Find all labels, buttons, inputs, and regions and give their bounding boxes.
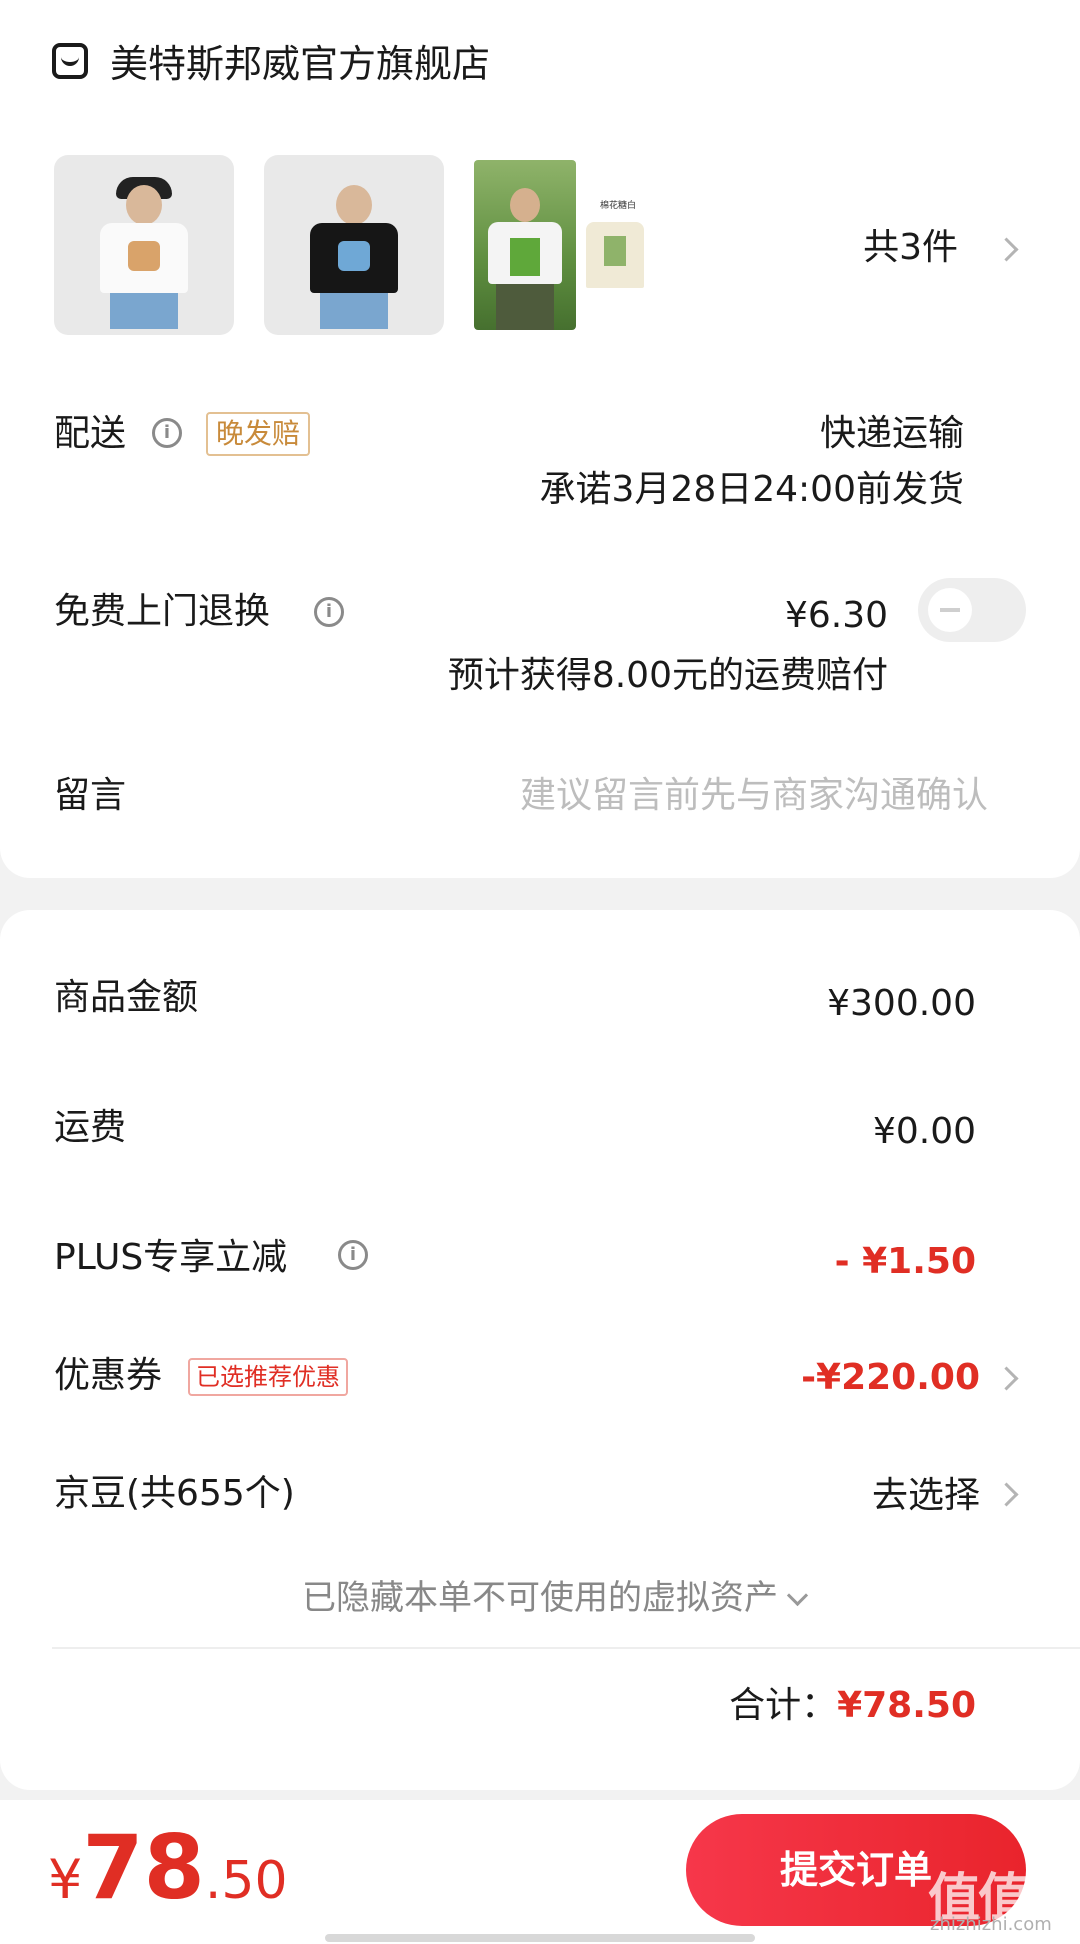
currency-symbol: ¥ [48, 1848, 83, 1911]
coupon-selected-tag: 已选推荐优惠 [188, 1358, 348, 1396]
hidden-assets-text: 已隐藏本单不可使用的虚拟资产 [302, 1578, 778, 1618]
message-input[interactable]: 建议留言前先与商家沟通确认 [520, 772, 988, 820]
coupon-discount-value[interactable]: -¥220.00 [801, 1354, 980, 1402]
item-count[interactable]: 共3件 [863, 224, 958, 272]
total-label: 合计： [729, 1685, 838, 1726]
shipping-value: ¥0.00 [872, 1111, 976, 1152]
product-image-pants [320, 293, 388, 329]
plus-discount-label: PLUS专享立减 [54, 1237, 288, 1278]
home-indicator[interactable] [325, 1934, 755, 1942]
pay-amount-int: 78 [82, 1816, 205, 1919]
return-service-price: ¥6.30 [784, 595, 888, 636]
product-image-head [510, 188, 540, 222]
divider [52, 1647, 1080, 1649]
delivery-promise: 承诺3月28日24:00前发货 [539, 469, 964, 510]
jd-beans-select[interactable]: 去选择 [872, 1472, 980, 1520]
total-value: ¥78.50 [837, 1685, 976, 1726]
plus-discount-value: - ¥1.50 [834, 1241, 976, 1282]
product-image-print [604, 236, 626, 266]
product-image-print [338, 241, 370, 271]
product-image-pants [110, 293, 178, 329]
info-icon[interactable]: i [314, 597, 344, 627]
delivery-label: 配送 [54, 413, 127, 454]
toggle-knob [928, 588, 972, 632]
product-image-print [128, 241, 160, 271]
pay-amount-dec: .50 [204, 1851, 288, 1911]
product-thumbnail[interactable] [474, 160, 576, 330]
return-service-note: 预计获得8.00元的运费赔付 [447, 655, 888, 696]
coupon-label: 优惠券 [54, 1355, 163, 1396]
info-icon[interactable]: i [152, 418, 182, 448]
delivery-method[interactable]: 快递运输 [820, 410, 964, 458]
jd-beans-label: 京豆(共655个) [54, 1473, 295, 1514]
goods-amount-label: 商品金额 [54, 977, 199, 1018]
goods-amount-value: ¥300.00 [827, 983, 976, 1024]
product-image-head [336, 185, 372, 225]
product-image-pants [496, 284, 554, 330]
late-delivery-compensation-tag: 晚发赔 [206, 412, 311, 456]
product-thumbnail[interactable] [54, 155, 234, 335]
info-icon[interactable]: i [338, 1240, 368, 1270]
pay-amount: ¥78.50 [48, 1818, 288, 1943]
order-total: 合计：¥78.50 [729, 1682, 976, 1730]
price-summary-card [0, 910, 1080, 1790]
product-thumbnail[interactable] [264, 155, 444, 335]
hidden-assets-toggle[interactable]: 已隐藏本单不可使用的虚拟资产 [0, 1574, 1080, 1622]
product-image-print [510, 238, 540, 276]
shipping-label: 运费 [54, 1107, 127, 1148]
store-name[interactable]: 美特斯邦威官方旗舰店 [110, 40, 490, 88]
watermark-url: zhizhizhi.com [930, 1914, 1052, 1935]
store-icon [52, 43, 88, 79]
return-service-toggle[interactable] [918, 578, 1026, 642]
message-label: 留言 [54, 775, 127, 816]
free-return-label: 免费上门退换 [54, 591, 271, 632]
product-color-caption: 棉花糖白 [600, 201, 637, 211]
product-image-head [126, 185, 162, 225]
product-flat-image [586, 222, 644, 288]
